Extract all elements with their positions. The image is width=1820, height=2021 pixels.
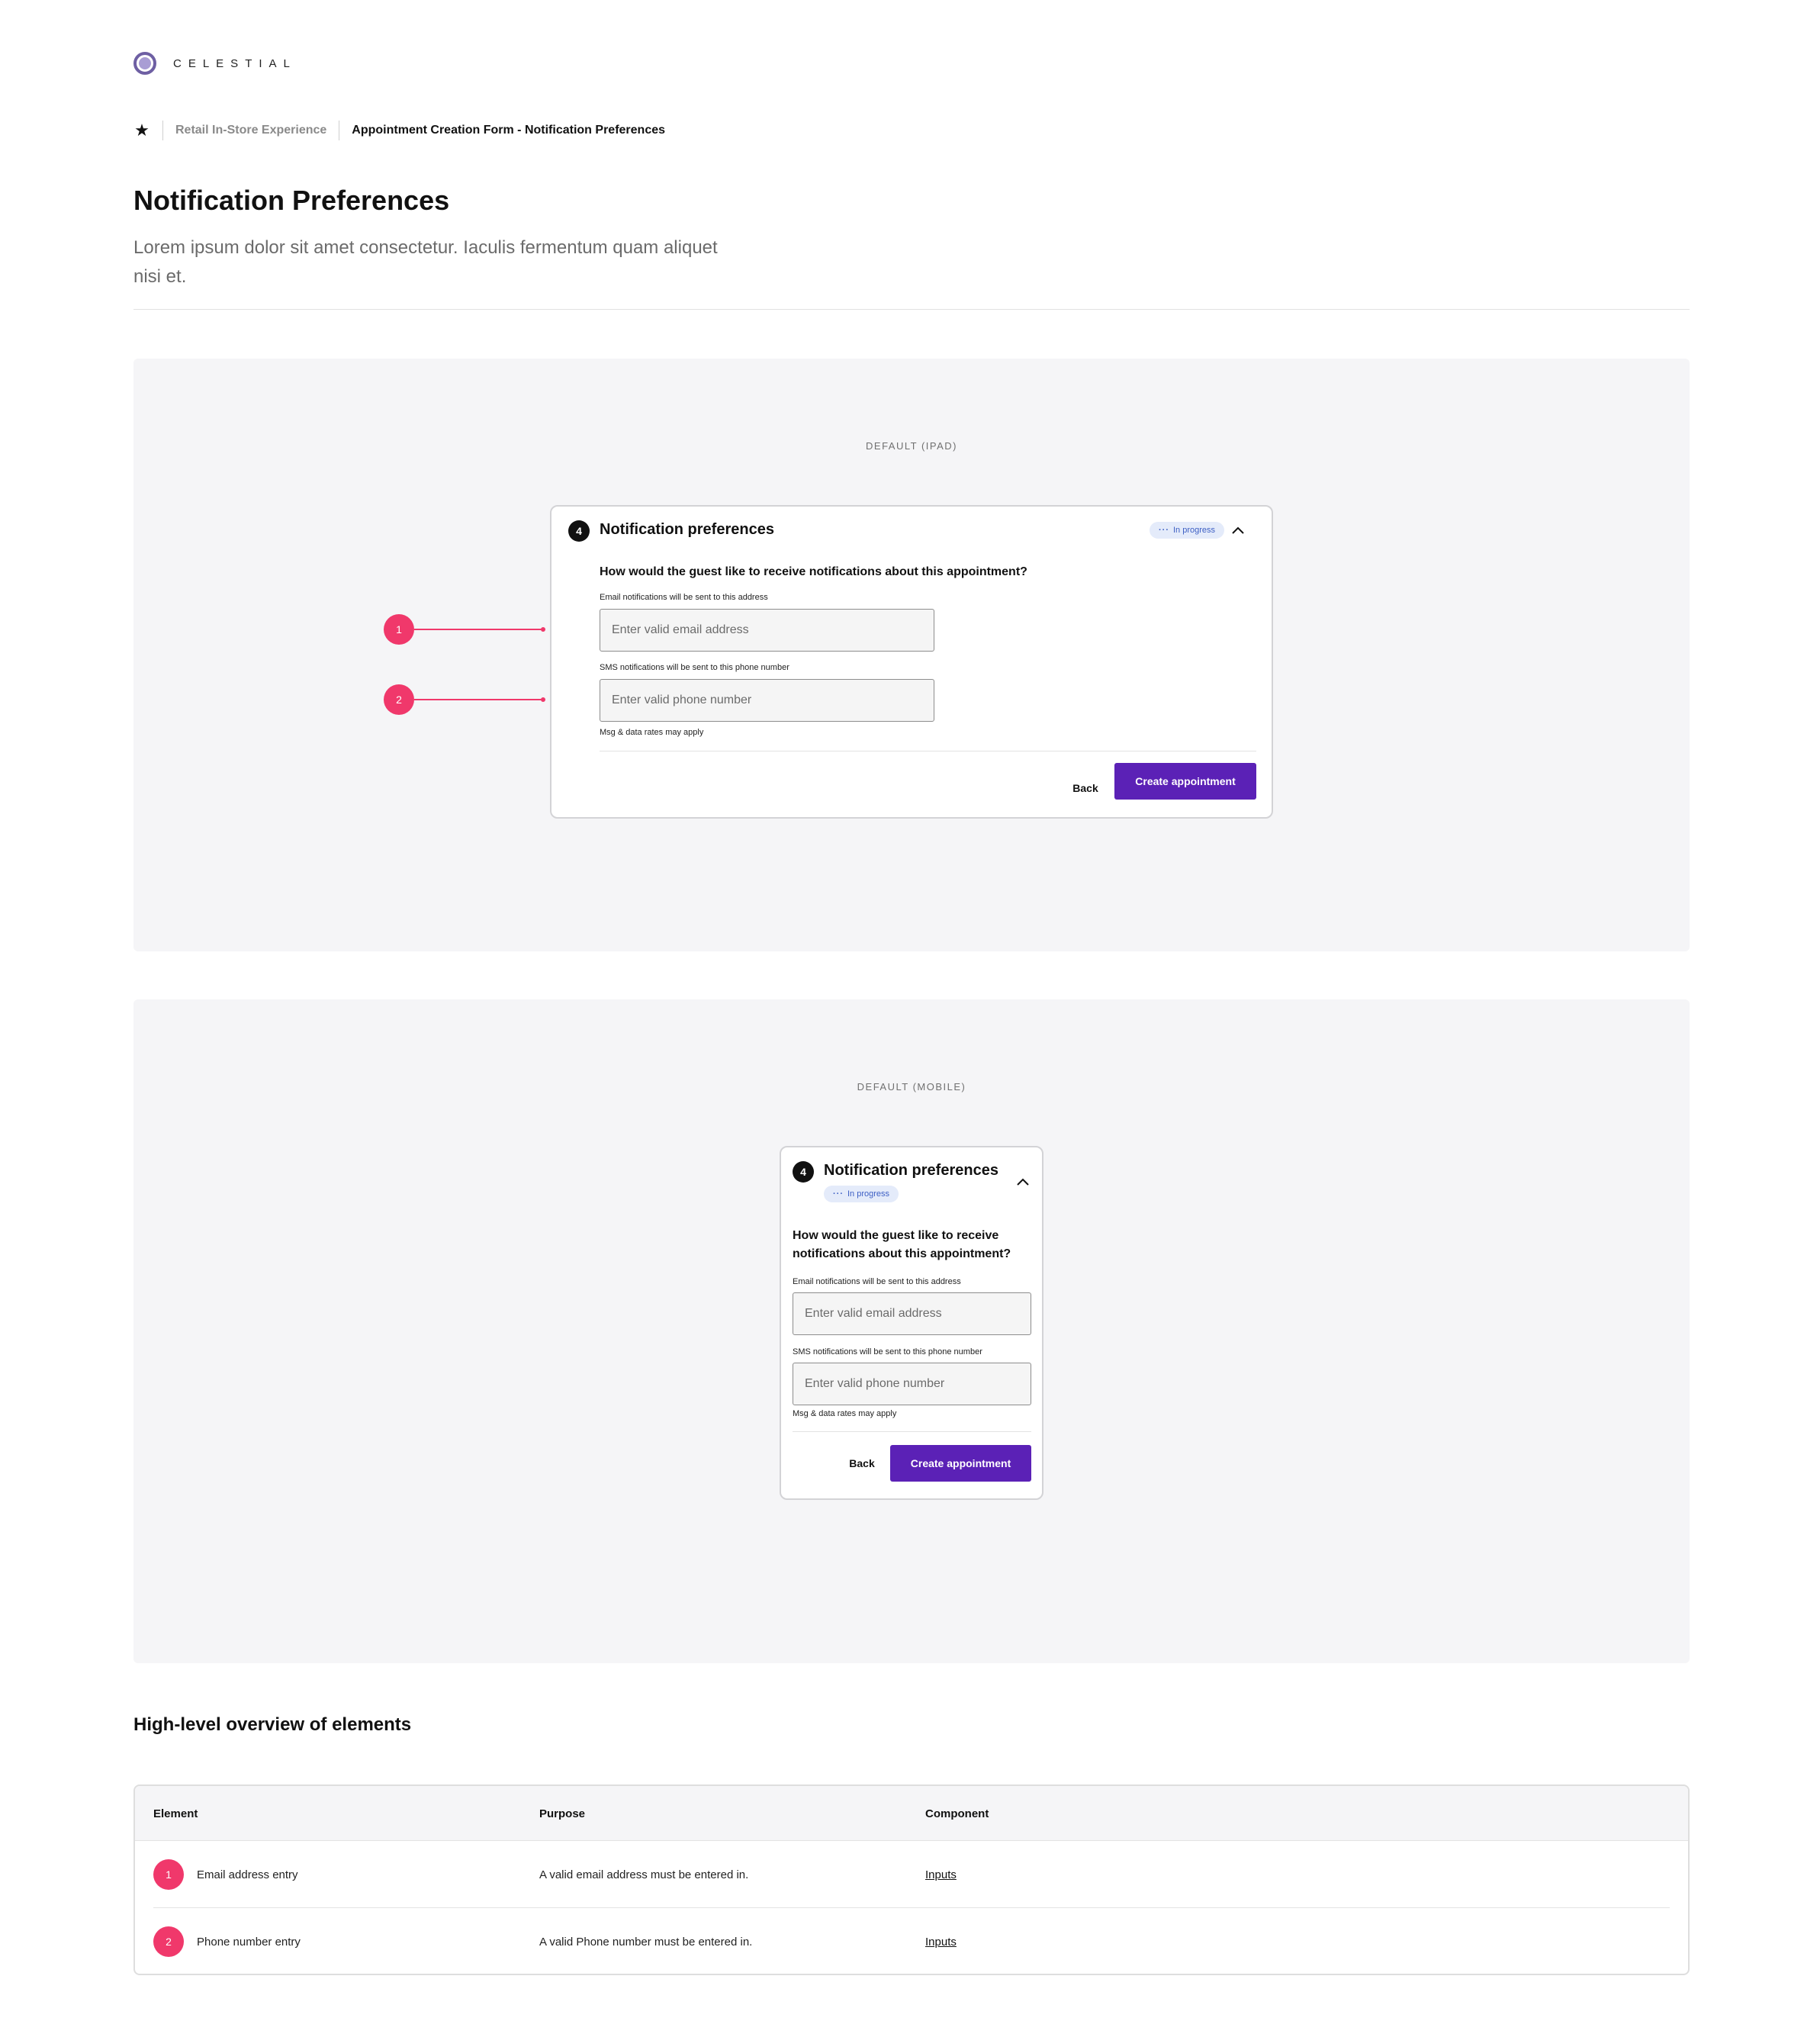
annotation-marker-1: 1 xyxy=(384,614,414,645)
breadcrumb-current: Appointment Creation Form - Notification… xyxy=(352,124,666,137)
star-icon[interactable]: ★ xyxy=(133,122,150,139)
annotation-marker-1: 1 xyxy=(153,1859,184,1890)
chevron-up-icon[interactable] xyxy=(1229,521,1247,539)
notification-question: How would the guest like to receive noti… xyxy=(793,1229,1011,1260)
annotation-marker-2: 2 xyxy=(384,684,414,715)
header-divider xyxy=(133,309,1690,310)
table-row: 2 Phone number entry A valid Phone numbe… xyxy=(135,1908,1688,1974)
brand-name: CELESTIAL xyxy=(173,56,297,70)
element-cell: 2 Phone number entry xyxy=(153,1908,301,1974)
annotation-connector-2 xyxy=(414,697,545,702)
phone-input[interactable] xyxy=(793,1363,1031,1405)
purpose-cell: A valid email address must be entered in… xyxy=(539,1868,749,1881)
mobile-preview-panel: DEFAULT (MOBILE) 4 Notification preferen… xyxy=(133,999,1690,1663)
card-title: Notification preferences xyxy=(824,1162,998,1179)
ellipsis-icon: ··· xyxy=(1159,526,1169,535)
table-row: 1 Email address entry A valid email addr… xyxy=(135,1841,1688,1908)
email-field-label: Email notifications will be sent to this… xyxy=(793,1277,961,1286)
card-footer-divider xyxy=(793,1431,1031,1432)
breadcrumb-separator xyxy=(162,121,163,140)
phone-helper-text: Msg & data rates may apply xyxy=(793,1409,897,1418)
column-header-purpose: Purpose xyxy=(539,1807,586,1820)
email-input[interactable] xyxy=(600,609,934,652)
purpose-cell: A valid Phone number must be entered in. xyxy=(539,1935,753,1949)
ipad-panel-label: DEFAULT (IPAD) xyxy=(866,440,957,452)
ellipsis-icon: ··· xyxy=(833,1189,844,1199)
celestial-logo-icon xyxy=(133,52,156,75)
element-name: Phone number entry xyxy=(197,1935,301,1949)
create-appointment-button[interactable]: Create appointment xyxy=(1114,763,1256,800)
component-cell: Inputs xyxy=(925,1908,957,1974)
column-header-component: Component xyxy=(925,1807,989,1820)
create-appointment-button[interactable]: Create appointment xyxy=(890,1445,1031,1482)
phone-field-label: SMS notifications will be sent to this p… xyxy=(600,663,789,672)
step-number-badge: 4 xyxy=(793,1161,814,1183)
phone-field-label: SMS notifications will be sent to this p… xyxy=(793,1347,982,1356)
back-button[interactable]: Back xyxy=(839,1445,885,1482)
email-input[interactable] xyxy=(793,1292,1031,1335)
notification-question: How would the guest like to receive noti… xyxy=(600,565,1027,578)
table-header: Element Purpose Component xyxy=(135,1786,1688,1841)
status-badge-label: In progress xyxy=(1173,526,1216,535)
elements-overview-table: Element Purpose Component 1 Email addres… xyxy=(133,1784,1690,1975)
notification-preferences-card-mobile: 4 Notification preferences ··· In progre… xyxy=(780,1146,1043,1500)
phone-input[interactable] xyxy=(600,679,934,722)
component-cell: Inputs xyxy=(925,1841,957,1908)
card-title: Notification preferences xyxy=(600,521,774,538)
ipad-preview-panel: DEFAULT (IPAD) 1 2 4 Notification prefer… xyxy=(133,359,1690,951)
mobile-panel-label: DEFAULT (MOBILE) xyxy=(857,1081,966,1093)
status-badge: ··· In progress xyxy=(1150,522,1225,539)
status-badge: ··· In progress xyxy=(824,1186,899,1202)
brand-logo[interactable]: CELESTIAL xyxy=(133,52,297,75)
status-badge-label: In progress xyxy=(847,1189,890,1199)
step-number-badge: 4 xyxy=(568,520,590,542)
chevron-up-icon[interactable] xyxy=(1014,1173,1032,1191)
element-cell: 1 Email address entry xyxy=(153,1841,298,1908)
breadcrumb-parent-link[interactable]: Retail In-Store Experience xyxy=(175,124,326,137)
component-link-inputs[interactable]: Inputs xyxy=(925,1936,957,1949)
page-description: Lorem ipsum dolor sit amet consectetur. … xyxy=(133,237,718,287)
back-button[interactable]: Back xyxy=(1063,770,1108,806)
column-header-element: Element xyxy=(153,1807,198,1820)
breadcrumb: ★ Retail In-Store Experience Appointment… xyxy=(133,119,665,142)
notification-preferences-card: 4 Notification preferences ··· In progre… xyxy=(550,505,1273,819)
phone-helper-text: Msg & data rates may apply xyxy=(600,728,704,737)
component-link-inputs[interactable]: Inputs xyxy=(925,1868,957,1881)
overview-section-title: High-level overview of elements xyxy=(133,1714,412,1735)
annotation-marker-2: 2 xyxy=(153,1926,184,1957)
element-name: Email address entry xyxy=(197,1868,298,1881)
annotation-connector-1 xyxy=(414,627,545,632)
page-title: Notification Preferences xyxy=(133,185,450,216)
email-field-label: Email notifications will be sent to this… xyxy=(600,593,768,602)
